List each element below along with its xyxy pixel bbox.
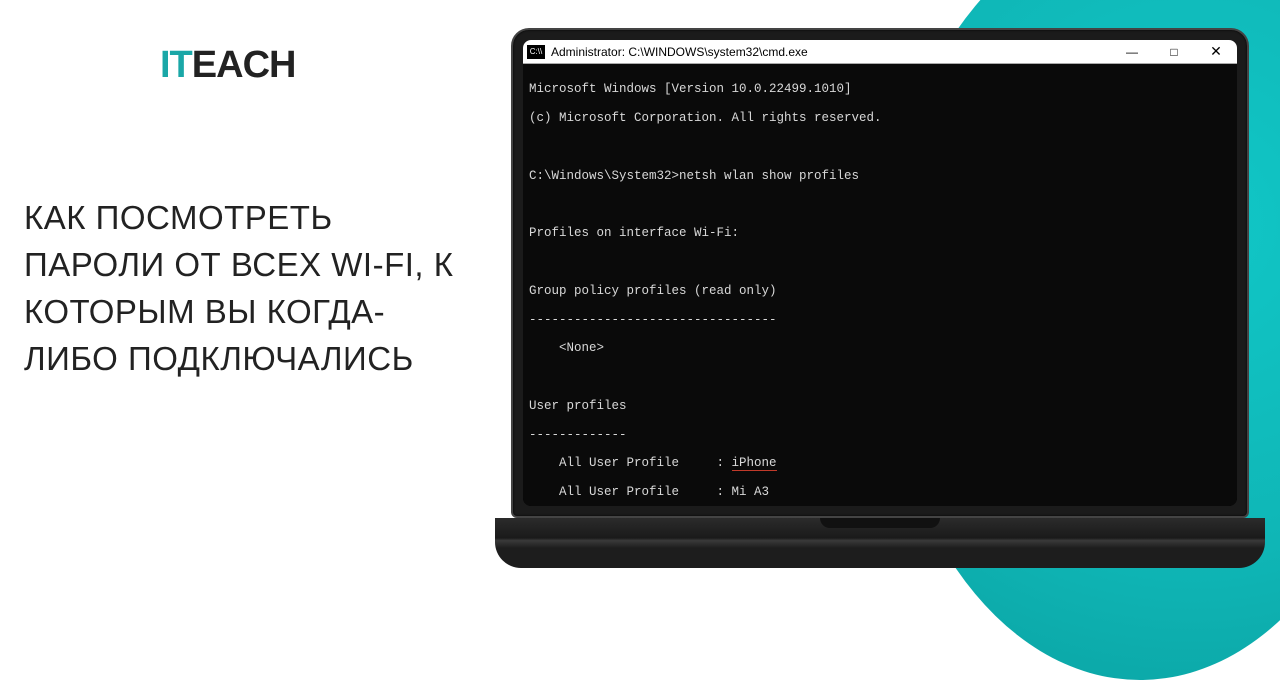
term-prompt: C:\Windows\System32> bbox=[529, 169, 679, 183]
cmd-window: C:\\ Administrator: C:\WINDOWS\system32\… bbox=[523, 40, 1237, 506]
close-button[interactable]: ✕ bbox=[1195, 40, 1237, 64]
term-line: User profiles bbox=[529, 399, 1231, 413]
term-blank bbox=[529, 255, 1231, 269]
cmd-title: Administrator: C:\WINDOWS\system32\cmd.e… bbox=[551, 45, 808, 59]
term-blank bbox=[529, 197, 1231, 211]
laptop-frame: C:\\ Administrator: C:\WINDOWS\system32\… bbox=[495, 28, 1265, 568]
term-prompt-line: C:\Windows\System32>netsh wlan show prof… bbox=[529, 169, 1231, 183]
term-command: netsh wlan show profiles bbox=[679, 169, 859, 183]
laptop-bezel: C:\\ Administrator: C:\WINDOWS\system32\… bbox=[511, 28, 1249, 518]
term-profile-row: All User Profile : iPhone bbox=[529, 456, 1231, 470]
logo-part1: IT bbox=[160, 44, 192, 86]
laptop-notch bbox=[820, 518, 940, 528]
term-line: ------------- bbox=[529, 428, 1231, 442]
term-profile-row: All User Profile : Mi A3 bbox=[529, 485, 1231, 499]
logo: ITEACH bbox=[160, 44, 295, 87]
logo-part2: EACH bbox=[192, 44, 296, 86]
headline-text: КАК ПОСМОТРЕТЬ ПАРОЛИ ОТ ВСЕХ WI-FI, К К… bbox=[24, 195, 464, 382]
term-line: (c) Microsoft Corporation. All rights re… bbox=[529, 111, 1231, 125]
term-line: <None> bbox=[529, 341, 1231, 355]
highlighted-profile: iPhone bbox=[732, 456, 777, 471]
term-blank bbox=[529, 140, 1231, 154]
term-line: Microsoft Windows [Version 10.0.22499.10… bbox=[529, 82, 1231, 96]
term-line: Profiles on interface Wi-Fi: bbox=[529, 226, 1231, 240]
cmd-icon: C:\\ bbox=[527, 45, 545, 59]
term-line: Group policy profiles (read only) bbox=[529, 284, 1231, 298]
cmd-titlebar[interactable]: C:\\ Administrator: C:\WINDOWS\system32\… bbox=[523, 40, 1237, 64]
maximize-button[interactable]: □ bbox=[1153, 40, 1195, 64]
term-line: --------------------------------- bbox=[529, 313, 1231, 327]
term-blank bbox=[529, 370, 1231, 384]
minimize-button[interactable]: — bbox=[1111, 40, 1153, 64]
terminal-body[interactable]: Microsoft Windows [Version 10.0.22499.10… bbox=[523, 64, 1237, 506]
laptop-screen: C:\\ Administrator: C:\WINDOWS\system32\… bbox=[523, 40, 1237, 506]
